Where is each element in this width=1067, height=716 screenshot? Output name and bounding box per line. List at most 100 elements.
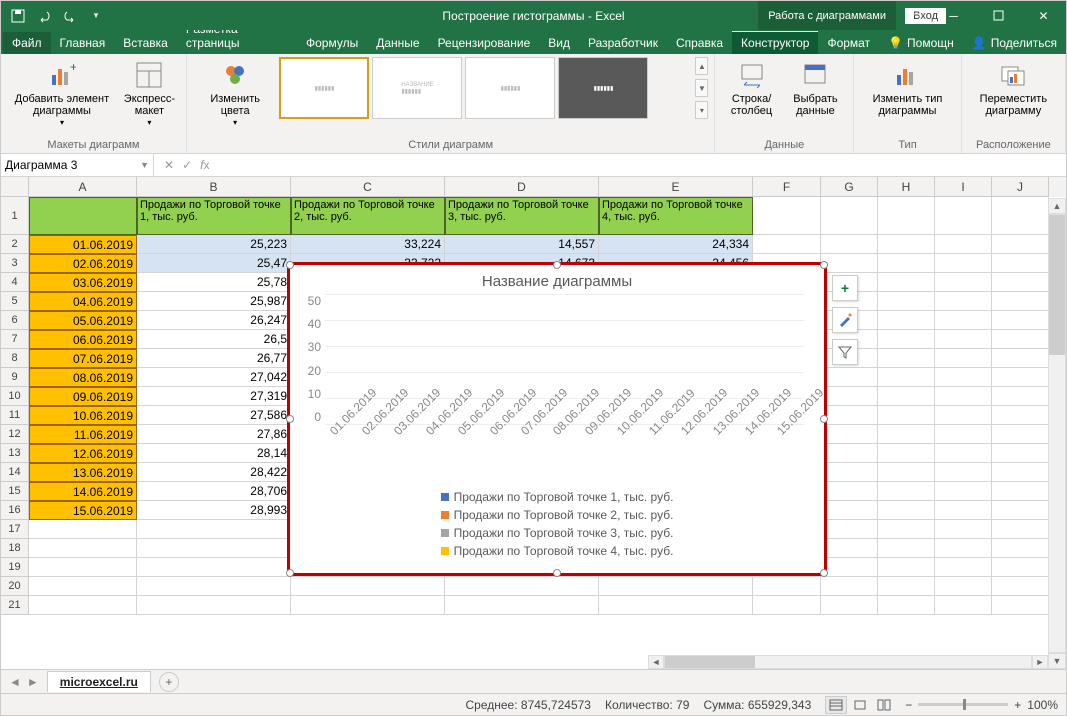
- col-header[interactable]: B: [137, 177, 291, 197]
- resize-handle[interactable]: [820, 415, 828, 423]
- zoom-control[interactable]: − + 100%: [905, 698, 1058, 712]
- zoom-out-icon[interactable]: −: [905, 698, 912, 712]
- cell[interactable]: 02.06.2019: [29, 254, 137, 273]
- tab-developer[interactable]: Разработчик: [579, 32, 667, 54]
- worksheet-grid[interactable]: A B C D E F G H I J 1Продажи по Торговой…: [1, 177, 1066, 657]
- gallery-down-icon[interactable]: ▼: [695, 79, 708, 97]
- resize-handle[interactable]: [286, 261, 294, 269]
- col-header[interactable]: C: [291, 177, 445, 197]
- quick-layout-button[interactable]: Экспресс-макет▾: [119, 57, 180, 130]
- normal-view-icon[interactable]: [825, 696, 847, 714]
- tab-review[interactable]: Рецензирование: [429, 32, 540, 54]
- chart-style-2[interactable]: НАЗВАНИЕ▮▮▮▮▮▮: [372, 57, 462, 119]
- cell[interactable]: Продажи по Торговой точке 1, тыс. руб.: [137, 197, 291, 235]
- col-header[interactable]: H: [878, 177, 935, 197]
- cell[interactable]: 28,422: [137, 463, 291, 482]
- change-colors-button[interactable]: Изменить цвета▾: [193, 57, 278, 130]
- chart-title[interactable]: Название диаграммы: [290, 265, 824, 294]
- cell[interactable]: 04.06.2019: [29, 292, 137, 311]
- cell[interactable]: Продажи по Торговой точке 3, тыс. руб.: [445, 197, 599, 235]
- tab-file[interactable]: Файл: [3, 32, 51, 54]
- cell[interactable]: 10.06.2019: [29, 406, 137, 425]
- switch-row-column-button[interactable]: Строка/столбец: [721, 57, 781, 119]
- cell[interactable]: 27,319: [137, 387, 291, 406]
- row-header[interactable]: 3: [1, 254, 29, 273]
- sheet-nav-next-icon[interactable]: ►: [27, 675, 39, 689]
- name-box[interactable]: ▼: [1, 154, 154, 176]
- add-chart-element-button[interactable]: +Добавить элемент диаграммы▾: [7, 57, 117, 130]
- row-header[interactable]: 18: [1, 539, 29, 558]
- cell[interactable]: 28,14: [137, 444, 291, 463]
- tab-view[interactable]: Вид: [539, 32, 579, 54]
- namebox-dropdown-icon[interactable]: ▼: [140, 160, 149, 170]
- minimize-button[interactable]: ─: [931, 1, 976, 30]
- gallery-up-icon[interactable]: ▲: [695, 57, 708, 75]
- row-header[interactable]: 9: [1, 368, 29, 387]
- col-header[interactable]: D: [445, 177, 599, 197]
- row-header[interactable]: 12: [1, 425, 29, 444]
- row-header[interactable]: 20: [1, 577, 29, 596]
- row-header[interactable]: 21: [1, 596, 29, 615]
- cancel-formula-icon[interactable]: ✕: [164, 158, 174, 172]
- tab-help[interactable]: Справка: [667, 32, 732, 54]
- resize-handle[interactable]: [820, 569, 828, 577]
- cell[interactable]: 14,557: [445, 235, 599, 254]
- accept-formula-icon[interactable]: ✓: [182, 158, 192, 172]
- chart-styles-button[interactable]: [832, 307, 858, 333]
- change-chart-type-button[interactable]: Изменить тип диаграммы: [860, 57, 954, 119]
- tab-formulas[interactable]: Формулы: [297, 32, 367, 54]
- col-header[interactable]: A: [29, 177, 137, 197]
- cell[interactable]: 05.06.2019: [29, 311, 137, 330]
- col-header[interactable]: J: [992, 177, 1049, 197]
- chart-styles-gallery[interactable]: ▮▮▮▮▮▮ НАЗВАНИЕ▮▮▮▮▮▮ ▮▮▮▮▮▮ ▮▮▮▮▮▮: [279, 57, 693, 127]
- select-all-corner[interactable]: [1, 177, 29, 197]
- resize-handle[interactable]: [286, 569, 294, 577]
- cell[interactable]: 13.06.2019: [29, 463, 137, 482]
- cell[interactable]: 25,223: [137, 235, 291, 254]
- resize-handle[interactable]: [553, 569, 561, 577]
- share-button[interactable]: 👤Поделиться: [963, 32, 1066, 54]
- cell[interactable]: 28,993: [137, 501, 291, 520]
- row-header[interactable]: 11: [1, 406, 29, 425]
- maximize-button[interactable]: [976, 1, 1021, 30]
- zoom-slider[interactable]: [918, 703, 1008, 706]
- cell[interactable]: 01.06.2019: [29, 235, 137, 254]
- resize-handle[interactable]: [553, 261, 561, 269]
- chart-object[interactable]: Название диаграммы 50403020100 01.06.201…: [289, 264, 825, 574]
- cell[interactable]: 08.06.2019: [29, 368, 137, 387]
- close-button[interactable]: ✕: [1021, 1, 1066, 30]
- gallery-more-icon[interactable]: ▾: [695, 101, 708, 119]
- row-header[interactable]: 19: [1, 558, 29, 577]
- tab-chart-format[interactable]: Формат: [818, 32, 879, 54]
- horizontal-scrollbar[interactable]: ◄►: [648, 653, 1048, 671]
- cell[interactable]: 27,042: [137, 368, 291, 387]
- cell[interactable]: 15.06.2019: [29, 501, 137, 520]
- page-layout-view-icon[interactable]: [849, 696, 871, 714]
- col-header[interactable]: I: [935, 177, 992, 197]
- cell[interactable]: 33,224: [291, 235, 445, 254]
- col-header[interactable]: G: [821, 177, 878, 197]
- row-header[interactable]: 7: [1, 330, 29, 349]
- resize-handle[interactable]: [286, 415, 294, 423]
- select-data-button[interactable]: Выбрать данные: [784, 57, 848, 119]
- chart-style-4[interactable]: ▮▮▮▮▮▮: [558, 57, 648, 119]
- tab-home[interactable]: Главная: [51, 32, 115, 54]
- tab-insert[interactable]: Вставка: [114, 32, 177, 54]
- row-header[interactable]: 6: [1, 311, 29, 330]
- sheet-nav-prev-icon[interactable]: ◄: [9, 675, 21, 689]
- sheet-tab[interactable]: microexcel.ru: [47, 671, 151, 692]
- cell[interactable]: 09.06.2019: [29, 387, 137, 406]
- cell[interactable]: 26,5: [137, 330, 291, 349]
- cell[interactable]: 25,47: [137, 254, 291, 273]
- col-header[interactable]: E: [599, 177, 753, 197]
- name-box-input[interactable]: [5, 158, 105, 172]
- zoom-level[interactable]: 100%: [1027, 698, 1058, 712]
- chart-filter-button[interactable]: [832, 339, 858, 365]
- row-header[interactable]: 14: [1, 463, 29, 482]
- cell[interactable]: 26,77: [137, 349, 291, 368]
- zoom-in-icon[interactable]: +: [1014, 698, 1021, 712]
- row-header[interactable]: 4: [1, 273, 29, 292]
- cell[interactable]: 07.06.2019: [29, 349, 137, 368]
- row-header[interactable]: 13: [1, 444, 29, 463]
- row-header[interactable]: 5: [1, 292, 29, 311]
